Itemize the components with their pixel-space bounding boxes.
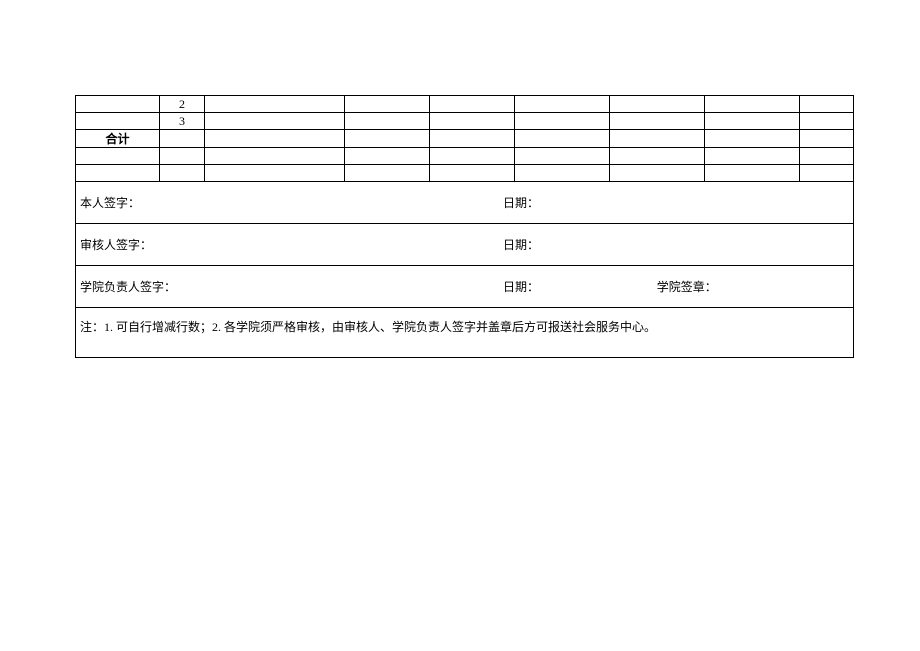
cell-empty	[205, 96, 345, 113]
cell-empty	[705, 130, 800, 148]
cell-empty	[610, 165, 705, 182]
cell-row-number: 2	[160, 96, 205, 113]
cell-empty	[205, 165, 345, 182]
signature-cell-dean: 学院负责人签字： 日期： 学院签章：	[76, 266, 854, 308]
cell-empty	[345, 165, 430, 182]
table-row-total: 合计	[76, 130, 854, 148]
cell-empty	[610, 113, 705, 130]
cell-empty	[515, 96, 610, 113]
note-text: 注：1. 可自行增减行数；2. 各学院须严格审核，由审核人、学院负责人签字并盖章…	[80, 320, 656, 334]
cell-empty	[800, 130, 854, 148]
cell-empty	[430, 113, 515, 130]
table-row: 2	[76, 96, 854, 113]
cell-row-number: 3	[160, 113, 205, 130]
table-row	[76, 165, 854, 182]
dean-date-label: 日期：	[503, 278, 657, 295]
form-table: 2 3 合计	[75, 95, 854, 358]
cell-empty	[345, 96, 430, 113]
cell-empty	[76, 148, 160, 165]
cell-empty	[430, 165, 515, 182]
cell-empty	[205, 113, 345, 130]
cell-empty	[610, 148, 705, 165]
cell-empty	[515, 130, 610, 148]
cell-empty	[705, 165, 800, 182]
cell-empty	[160, 165, 205, 182]
cell-empty	[345, 148, 430, 165]
note-cell: 注：1. 可自行增减行数；2. 各学院须严格审核，由审核人、学院负责人签字并盖章…	[76, 308, 854, 358]
table-row: 3	[76, 113, 854, 130]
cell-empty	[76, 96, 160, 113]
dean-signature-label: 学院负责人签字：	[80, 278, 503, 295]
cell-empty	[800, 96, 854, 113]
table-row	[76, 148, 854, 165]
self-date-label: 日期：	[503, 194, 657, 211]
cell-empty	[800, 113, 854, 130]
cell-empty	[430, 96, 515, 113]
signature-row-reviewer: 审核人签字： 日期：	[76, 224, 854, 266]
cell-empty	[610, 96, 705, 113]
signature-row-self: 本人签字： 日期：	[76, 182, 854, 224]
cell-empty	[345, 130, 430, 148]
cell-empty	[160, 148, 205, 165]
cell-empty	[430, 130, 515, 148]
cell-total-label: 合计	[76, 130, 160, 148]
cell-empty	[515, 165, 610, 182]
reviewer-signature-label: 审核人签字：	[80, 236, 503, 253]
cell-empty	[76, 165, 160, 182]
signature-row-dean: 学院负责人签字： 日期： 学院签章：	[76, 266, 854, 308]
spacer	[657, 236, 849, 253]
cell-empty	[160, 130, 205, 148]
spacer	[657, 194, 849, 211]
self-signature-label: 本人签字：	[80, 194, 503, 211]
cell-empty	[515, 148, 610, 165]
cell-empty	[705, 148, 800, 165]
cell-empty	[705, 96, 800, 113]
cell-empty	[515, 113, 610, 130]
form-table-container: 2 3 合计	[75, 95, 853, 358]
dean-seal-label: 学院签章：	[657, 278, 849, 295]
cell-empty	[800, 165, 854, 182]
cell-empty	[430, 148, 515, 165]
signature-cell-reviewer: 审核人签字： 日期：	[76, 224, 854, 266]
signature-cell-self: 本人签字： 日期：	[76, 182, 854, 224]
cell-empty	[800, 148, 854, 165]
cell-empty	[610, 130, 705, 148]
cell-empty	[345, 113, 430, 130]
note-row: 注：1. 可自行增减行数；2. 各学院须严格审核，由审核人、学院负责人签字并盖章…	[76, 308, 854, 358]
cell-empty	[205, 148, 345, 165]
reviewer-date-label: 日期：	[503, 236, 657, 253]
cell-empty	[705, 113, 800, 130]
cell-empty	[205, 130, 345, 148]
cell-empty	[76, 113, 160, 130]
